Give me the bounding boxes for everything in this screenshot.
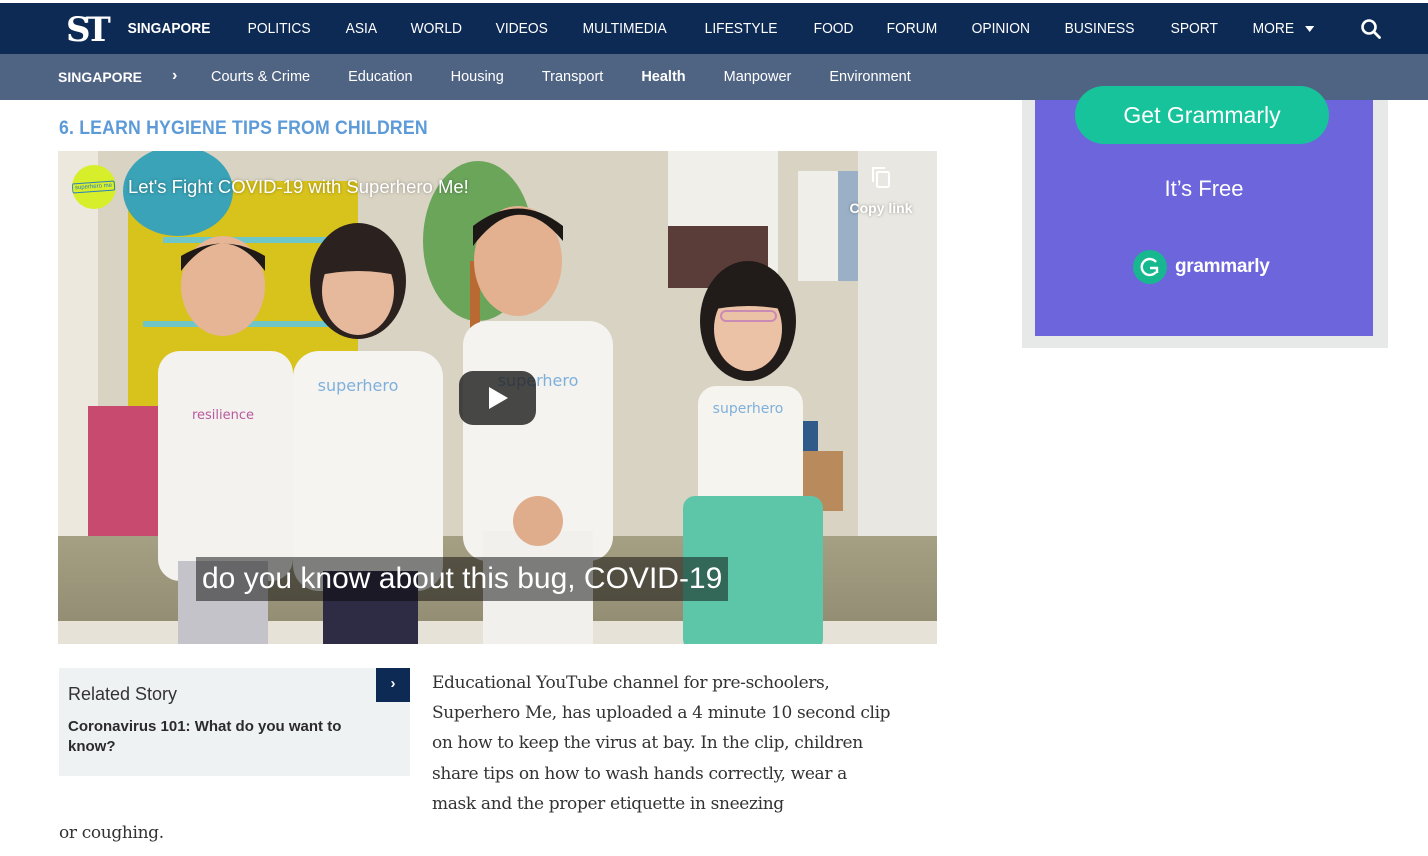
- grammarly-ad[interactable]: Get Grammarly It’s Free grammarly: [1035, 86, 1373, 336]
- video-title-row: superhero me Let's Fight COVID-19 with S…: [72, 165, 469, 209]
- play-icon: [488, 387, 508, 409]
- nav-item-politics[interactable]: POLITICS: [232, 3, 326, 54]
- nav-item-lifestyle[interactable]: LIFESTYLE: [689, 3, 793, 54]
- article-paragraph: Educational YouTube channel for pre-scho…: [432, 673, 891, 814]
- subnav-item-courts-crime[interactable]: Courts & Crime: [192, 54, 329, 100]
- search-icon: [1361, 19, 1381, 39]
- nav-item-opinion[interactable]: OPINION: [956, 3, 1046, 54]
- caret-down-icon: [1304, 25, 1314, 32]
- nav-item-world[interactable]: WORLD: [395, 3, 478, 54]
- chevron-right-icon: ›: [172, 67, 178, 84]
- nav-item-asia[interactable]: ASIA: [330, 3, 393, 54]
- copy-link-button[interactable]: Copy link: [846, 165, 916, 216]
- related-story-card[interactable]: Related Story Coronavirus 101: What do y…: [59, 668, 410, 776]
- video-caption: do you know about this bug, COVID-19: [196, 557, 729, 601]
- nav-item-business[interactable]: BUSINESS: [1049, 3, 1150, 54]
- ad-tagline: It’s Free: [1164, 176, 1244, 201]
- chevron-right-icon[interactable]: ›: [376, 668, 410, 702]
- play-button[interactable]: [459, 371, 536, 425]
- subnav-items: Courts & Crime Education Housing Transpo…: [192, 54, 930, 100]
- subnav-section-singapore[interactable]: SINGAPORE: [58, 54, 142, 100]
- video-player[interactable]: superhero superhero superhero resilience…: [58, 151, 937, 644]
- channel-avatar-text: superhero me: [72, 180, 116, 194]
- subnav-item-transport[interactable]: Transport: [523, 54, 623, 100]
- nav-item-forum[interactable]: FORUM: [871, 3, 953, 54]
- related-story-title[interactable]: Coronavirus 101: What do you want to kno…: [68, 717, 378, 757]
- ad-container: Get Grammarly It’s Free grammarly: [1022, 86, 1388, 348]
- subnav-item-education[interactable]: Education: [329, 54, 432, 100]
- nav-more-label: MORE: [1252, 20, 1294, 37]
- channel-avatar[interactable]: superhero me: [72, 165, 116, 209]
- subnav-item-manpower[interactable]: Manpower: [705, 54, 811, 100]
- subnav-item-housing[interactable]: Housing: [432, 54, 523, 100]
- copy-link-label: Copy link: [849, 200, 913, 216]
- svg-text:resilience: resilience: [192, 408, 254, 423]
- main-nav: ST SINGAPORE POLITICS ASIA WORLD VIDEOS …: [0, 3, 1428, 54]
- nav-more-menu[interactable]: MORE: [1237, 3, 1330, 54]
- nav-item-singapore[interactable]: SINGAPORE: [112, 3, 226, 54]
- ad-brand-name: grammarly: [1175, 256, 1270, 277]
- grammarly-logo-icon: [1133, 250, 1167, 284]
- nav-item-food[interactable]: FOOD: [798, 3, 869, 54]
- site-logo[interactable]: ST: [66, 11, 111, 49]
- nav-item-videos[interactable]: VIDEOS: [480, 3, 563, 54]
- subnav-item-health[interactable]: Health: [622, 54, 704, 100]
- video-title[interactable]: Let's Fight COVID-19 with Superhero Me!: [128, 176, 469, 198]
- section-heading: 6. LEARN HYGIENE TIPS FROM CHILDREN: [59, 118, 428, 139]
- subnav-item-environment[interactable]: Environment: [810, 54, 929, 100]
- article-paragraph-tail: or coughing.: [59, 823, 164, 843]
- svg-text:superhero: superhero: [713, 401, 784, 417]
- nav-items: SINGAPORE POLITICS ASIA WORLD VIDEOS MUL…: [112, 3, 1334, 54]
- nav-item-sport[interactable]: SPORT: [1155, 3, 1234, 54]
- get-grammarly-button[interactable]: Get Grammarly: [1075, 86, 1329, 144]
- nav-item-multimedia[interactable]: MULTIMEDIA: [567, 3, 682, 54]
- search-button[interactable]: [1360, 18, 1382, 40]
- grammarly-brand: grammarly: [1133, 250, 1270, 284]
- copy-icon: [872, 167, 890, 188]
- svg-text:superhero: superhero: [318, 376, 399, 395]
- related-story-label: Related Story: [68, 684, 178, 704]
